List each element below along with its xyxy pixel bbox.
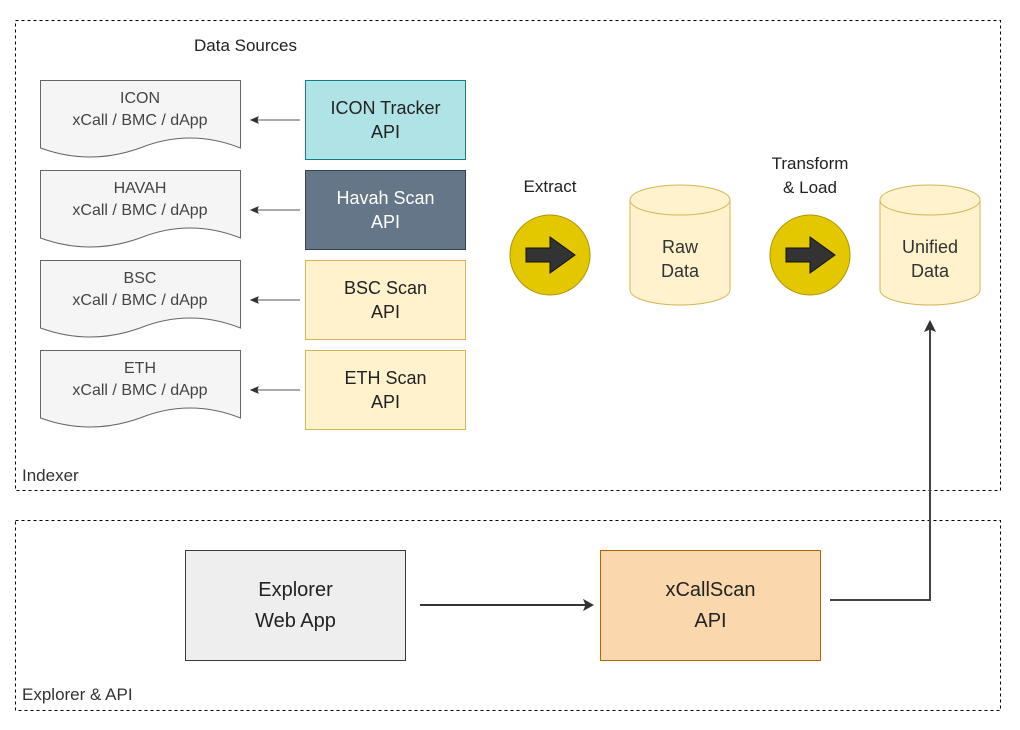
api-box-line2: API (370, 212, 400, 232)
api-box-line1: ETH Scan (344, 368, 427, 388)
api-box-line1: ICON Tracker (330, 98, 441, 118)
explorer-group-label: Explorer & API (22, 685, 133, 704)
bsc-scan-api-box[interactable]: BSC Scan API (305, 260, 466, 340)
raw-data-line2: Data (660, 261, 700, 281)
document-subtitle: xCall / BMC / dApp (72, 112, 208, 129)
document-chain-name: ETH (124, 360, 156, 377)
document-eth-chain: ETH xCall / BMC / dApp (40, 358, 240, 402)
api-box-line1: Havah Scan (336, 188, 435, 208)
document-havah-chain: HAVAH xCall / BMC / dApp (40, 178, 240, 222)
transform-label-line1: Transform (771, 154, 849, 173)
api-to-unified-data-arrow (830, 319, 937, 601)
api-box-line1: BSC Scan (343, 278, 428, 298)
extract-step-icon (509, 214, 591, 296)
api-box-line2: API (370, 302, 400, 322)
web-app-line2: Web App (255, 609, 336, 632)
arrowhead-icon (249, 296, 259, 304)
arrowhead-icon (249, 386, 259, 394)
api-box-line2: API (370, 392, 400, 412)
document-subtitle: xCall / BMC / dApp (72, 202, 208, 219)
document-chain-name: ICON (120, 90, 160, 107)
extract-label: Extract (523, 177, 577, 196)
unified-data-line1: Unified (901, 237, 959, 257)
xcallscan-line2: API (694, 609, 727, 632)
arrowhead-icon (249, 116, 259, 124)
explorer-web-app-box[interactable]: Explorer Web App (185, 550, 406, 661)
explorer-group-border (15, 520, 1001, 711)
unified-data-line2: Data (910, 261, 950, 281)
icon-tracker-api-box[interactable]: ICON Tracker API (305, 80, 466, 160)
unified-data-label: Unified Data (880, 235, 980, 283)
xcallscan-line1: xCallScan (665, 578, 756, 601)
xcallscan-api-box[interactable]: xCallScan API (600, 550, 821, 661)
indexer-group-label: Indexer (22, 466, 79, 485)
arrowhead-icon (249, 206, 259, 214)
havah-scan-api-box[interactable]: Havah Scan API (305, 170, 466, 250)
transform-load-label: Transform & Load (750, 152, 870, 200)
document-subtitle: xCall / BMC / dApp (72, 292, 208, 309)
transform-label-line2: & Load (783, 178, 837, 197)
document-bsc-chain: BSC xCall / BMC / dApp (40, 268, 240, 312)
raw-data-line1: Raw (661, 237, 698, 257)
eth-scan-api-box[interactable]: ETH Scan API (305, 350, 466, 430)
transform-step-icon (769, 214, 851, 296)
document-chain-name: HAVAH (113, 180, 167, 197)
web-app-line1: Explorer (258, 578, 333, 601)
data-sources-title: Data Sources (194, 36, 297, 55)
document-subtitle: xCall / BMC / dApp (72, 382, 208, 399)
raw-data-label: Raw Data (630, 235, 730, 283)
webapp-to-api-arrow (420, 598, 595, 612)
document-chain-name: BSC (123, 270, 157, 287)
api-box-line2: API (370, 122, 400, 142)
document-icon-chain: ICON xCall / BMC / dApp (40, 88, 240, 132)
